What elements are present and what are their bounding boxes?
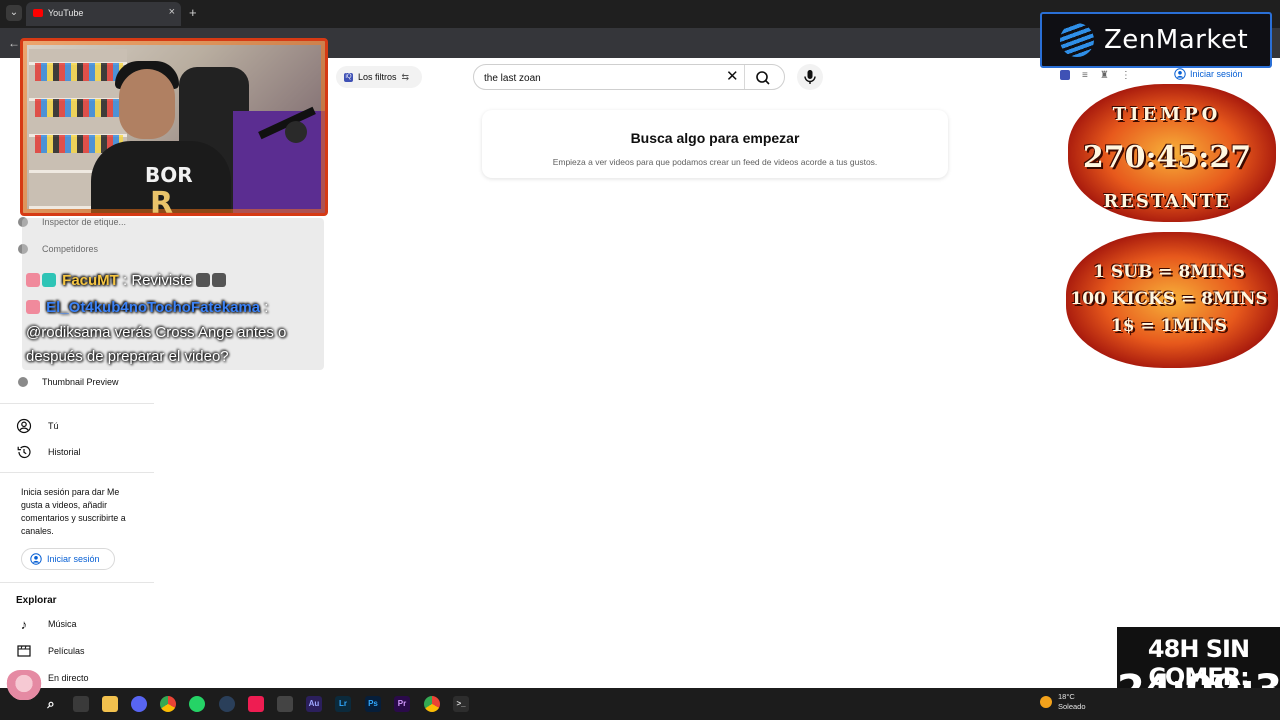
- tune-icon: ⇆: [401, 71, 410, 82]
- rule-line: 1$ = 1MINS: [1110, 316, 1228, 336]
- sidebar-item-movies[interactable]: Películas: [16, 642, 85, 660]
- sidebar-item-label: Thumbnail Preview: [42, 377, 119, 387]
- chat-username: FacuMT: [62, 272, 119, 289]
- badge-icon: [26, 300, 40, 314]
- steam-icon[interactable]: [219, 696, 235, 712]
- folder-icon[interactable]: [102, 696, 118, 712]
- filters-label: Los filtros: [358, 72, 397, 82]
- timer-label-bottom: RESTANTE: [1103, 191, 1231, 212]
- rule-line: 1 SUB = 8MINS: [1093, 262, 1245, 282]
- badge-icon: [26, 273, 40, 287]
- chrome-icon[interactable]: [424, 696, 440, 712]
- premiere-icon[interactable]: Pr: [394, 696, 410, 712]
- film-icon: [17, 645, 31, 657]
- chat-text: : Reviviste: [123, 272, 193, 289]
- clear-search-button[interactable]: ✕: [726, 68, 739, 86]
- sidebar-item-label: Música: [48, 619, 77, 629]
- emote-icon: [196, 273, 211, 287]
- chrome-icon[interactable]: [160, 696, 176, 712]
- explore-heading: Explorar: [16, 595, 57, 606]
- chat-message-text: @rodiksama verás Cross Ange antes o: [26, 324, 287, 341]
- new-tab-button[interactable]: +: [189, 5, 197, 20]
- weather-widget[interactable]: 18°C Soleado: [1040, 692, 1086, 712]
- filters-chip[interactable]: iQ Los filtros ⇆: [336, 66, 422, 88]
- chat-message: El_Ot4kub4noTochoFatekama :: [26, 299, 268, 316]
- photoshop-icon[interactable]: Ps: [365, 696, 381, 712]
- tab-close-button[interactable]: ×: [169, 6, 175, 18]
- sidebar-item-label: Historial: [48, 447, 81, 457]
- tab-title: YouTube: [48, 8, 84, 18]
- whatsapp-icon[interactable]: [189, 696, 205, 712]
- signin-note: Inicia sesión para dar Me gusta a videos…: [21, 487, 126, 536]
- badge-icon: [42, 273, 56, 287]
- sidebar-divider: [0, 582, 154, 583]
- signin-label: Iniciar sesión: [47, 554, 100, 564]
- extension-icon: [18, 377, 28, 387]
- search-input[interactable]: [484, 70, 724, 86]
- empty-state-subtitle: Empieza a ver videos para que podamos cr…: [552, 157, 878, 167]
- search-divider: [744, 65, 745, 89]
- search-box: ✕: [473, 64, 785, 90]
- youtube-favicon-icon: [33, 9, 43, 17]
- chat-overlay: FacuMT : Reviviste El_Ot4kub4noTochoFate…: [22, 218, 324, 370]
- emote-icon: [212, 273, 227, 287]
- task-view-icon[interactable]: [73, 696, 89, 712]
- account-icon: [30, 553, 42, 565]
- weather-temp: 18°C: [1058, 692, 1075, 701]
- mascot-avatar: [6, 670, 42, 700]
- empty-state-card: Busca algo para empezar Empieza a ver vi…: [482, 110, 948, 178]
- account-icon: [1174, 68, 1186, 80]
- list-icon[interactable]: ≡: [1082, 70, 1088, 81]
- tiktok-icon[interactable]: [248, 696, 264, 712]
- rule-line: 100 KICKS = 8MINS: [1070, 289, 1268, 309]
- search-icon[interactable]: [752, 69, 774, 87]
- back-arrow-icon[interactable]: ←: [8, 36, 20, 50]
- sidebar-item-history[interactable]: Historial: [16, 443, 81, 461]
- microphone-icon[interactable]: [797, 64, 823, 90]
- sponsor-name: ZenMarket: [1104, 25, 1249, 55]
- search-icon[interactable]: ⌕: [43, 696, 59, 712]
- app-icon[interactable]: [277, 696, 293, 712]
- sidebar-item-music[interactable]: ♪ Música: [16, 615, 77, 633]
- discord-icon[interactable]: [131, 696, 147, 712]
- chat-text: :: [264, 299, 269, 316]
- sidebar-item-thumbnail-preview[interactable]: Thumbnail Preview: [18, 374, 119, 390]
- zenmarket-logo-icon: [1060, 23, 1094, 57]
- tab-search-button[interactable]: ⌄: [6, 5, 22, 21]
- header-extension-icons: ≡ ♜ ⋮: [1060, 70, 1131, 81]
- music-note-icon: ♪: [20, 616, 28, 632]
- empty-state-title: Busca algo para empezar: [630, 130, 800, 146]
- extension-icon[interactable]: [1060, 70, 1070, 80]
- weather-desc: Soleado: [1058, 702, 1086, 711]
- sidebar-signin-button[interactable]: Iniciar sesión: [21, 548, 115, 570]
- more-options-icon[interactable]: ⋮: [1121, 70, 1131, 81]
- taskbar: ⌕ Au Lr Ps Pr >_: [0, 688, 1280, 720]
- sidebar-item-label: Películas: [48, 646, 85, 656]
- sidebar-divider: [0, 403, 154, 404]
- sponsor-banner: ZenMarket: [1040, 12, 1272, 68]
- sidebar-item-label: En directo: [48, 673, 89, 683]
- tab-youtube[interactable]: YouTube ×: [26, 2, 181, 26]
- account-icon: [16, 418, 32, 434]
- chat-message-text: después de preparar el video?: [26, 348, 229, 365]
- sidebar-item-label: Tú: [48, 421, 59, 431]
- timer-value: 270:45:27: [1082, 140, 1252, 175]
- signin-button[interactable]: Iniciar sesión: [1174, 68, 1243, 80]
- timer-label-top: TIEMPO: [1112, 104, 1222, 125]
- extension-icon: iQ: [344, 72, 353, 82]
- signin-label: Iniciar sesión: [1190, 69, 1243, 79]
- sidebar-item-you[interactable]: Tú: [16, 417, 59, 435]
- sun-icon: [1040, 696, 1052, 708]
- sidebar-divider: [0, 472, 154, 473]
- lightroom-icon[interactable]: Lr: [335, 696, 351, 712]
- trophy-icon[interactable]: ♜: [1100, 70, 1109, 81]
- audition-icon[interactable]: Au: [306, 696, 322, 712]
- history-icon: [17, 445, 31, 459]
- chat-message: FacuMT : Reviviste: [26, 272, 228, 289]
- chat-username: El_Ot4kub4noTochoFatekama: [46, 299, 261, 316]
- channel-logo-icon: R: [150, 186, 174, 221]
- terminal-icon[interactable]: >_: [453, 696, 469, 712]
